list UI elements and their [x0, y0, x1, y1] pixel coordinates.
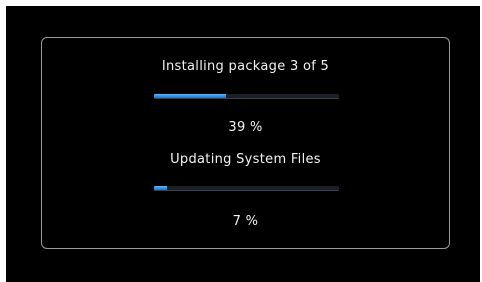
update-system-files-label: Updating System Files [170, 152, 321, 167]
install-progress-bar [154, 94, 339, 99]
screen: Installing package 3 of 5 39 % Updating … [6, 6, 480, 282]
system-files-progress-percent: 7 % [232, 214, 259, 229]
install-progress-fill [154, 94, 227, 98]
system-files-progress-fill [154, 186, 167, 190]
install-progress-percent: 39 % [228, 120, 263, 135]
system-files-progress-bar [154, 186, 339, 191]
install-package-label: Installing package 3 of 5 [161, 59, 330, 74]
update-dialog: Installing package 3 of 5 39 % Updating … [41, 37, 450, 249]
